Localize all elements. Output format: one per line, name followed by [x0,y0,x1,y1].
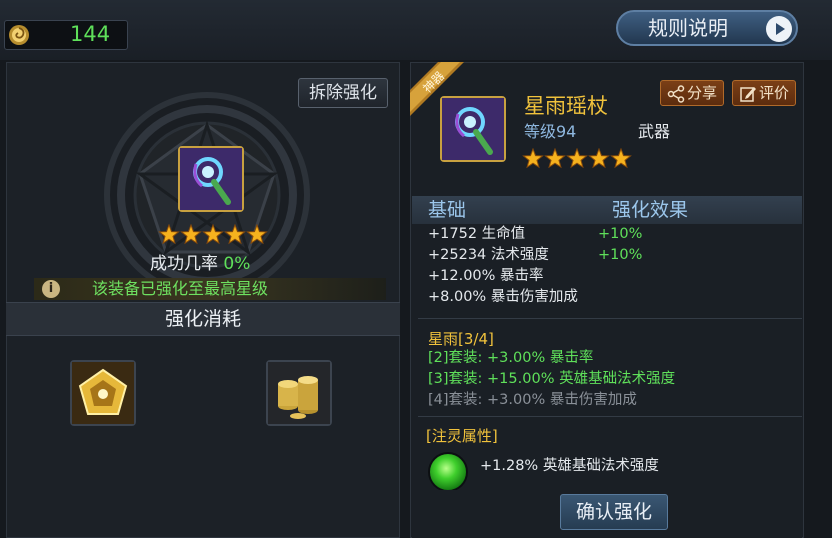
info-icon: i [42,280,60,298]
spirit-title: [注灵属性] [426,427,498,445]
currency-amount: 144 [70,22,111,46]
share-button[interactable]: 分享 [660,80,724,106]
success-rate-value: 0% [223,254,251,274]
success-rate-label: 成功几率 [150,254,218,274]
stat-line: +8.00% 暴击伤害加成 [428,289,578,305]
spirit-attribute: +1.28% 英雄基础法术强度 [480,458,659,474]
section-divider [418,318,802,319]
item-icon-slot [440,96,506,162]
play-arrow-icon[interactable] [766,16,792,42]
star-icon [202,224,224,245]
enhance-item-slot[interactable] [178,146,244,212]
stats-header-bar [412,196,802,224]
rate-button[interactable]: 评价 [732,80,796,106]
stat-line: +25234 法术强度 [428,247,549,263]
stat-line: +12.00% 暴击率 [428,268,544,284]
stat-line: +1752 生命值 [428,226,526,242]
stats-header-base: 基础 [428,199,467,221]
spiral-gem-icon [8,24,30,46]
star-icon [224,224,246,245]
cost-title: 强化消耗 [164,308,241,330]
item-star-rating [522,148,632,169]
star-icon [610,148,632,169]
material-slot-gold[interactable] [266,360,332,426]
item-name: 星雨瑶杖 [524,94,608,118]
set-bonus-line: [3]套装: +15.00% 英雄基础法术强度 [428,371,676,387]
stat-bonus: +10% [598,247,643,263]
enhance-stone-icon [72,362,134,424]
remove-enhance-button[interactable]: 拆除强化 [298,78,388,108]
staff-icon [442,98,504,160]
set-bonus-line: [4]套装: +3.00% 暴击伤害加成 [428,392,637,408]
green-orb-icon [428,452,468,492]
left-star-rating [158,224,268,245]
section-divider [418,416,802,417]
maxed-notice-text: 该装备已强化至最高星级 [92,279,269,298]
stat-bonus: +10% [598,226,643,242]
edit-icon [740,87,756,102]
star-icon [544,148,566,169]
success-rate: 成功几率 0% [150,252,250,276]
star-icon [158,224,180,245]
star-icon [588,148,610,169]
star-icon [180,224,202,245]
share-button-label: 分享 [686,84,717,102]
star-icon [246,224,268,245]
gold-coins-icon [268,362,330,424]
item-level: 等级94 [524,122,577,141]
rules-button-label: 规则说明 [648,16,728,40]
confirm-enhance-button[interactable]: 确认强化 [560,494,668,530]
set-title: 星雨[3/4] [428,330,494,348]
set-bonus-line: [2]套装: +3.00% 暴击率 [428,350,594,366]
material-slot-stone[interactable] [70,360,136,426]
stats-header-effect: 强化效果 [612,199,689,221]
star-icon [522,148,544,169]
rate-button-label: 评价 [758,84,789,102]
star-icon [566,148,588,169]
share-icon [667,85,685,103]
item-type: 武器 [638,122,671,141]
